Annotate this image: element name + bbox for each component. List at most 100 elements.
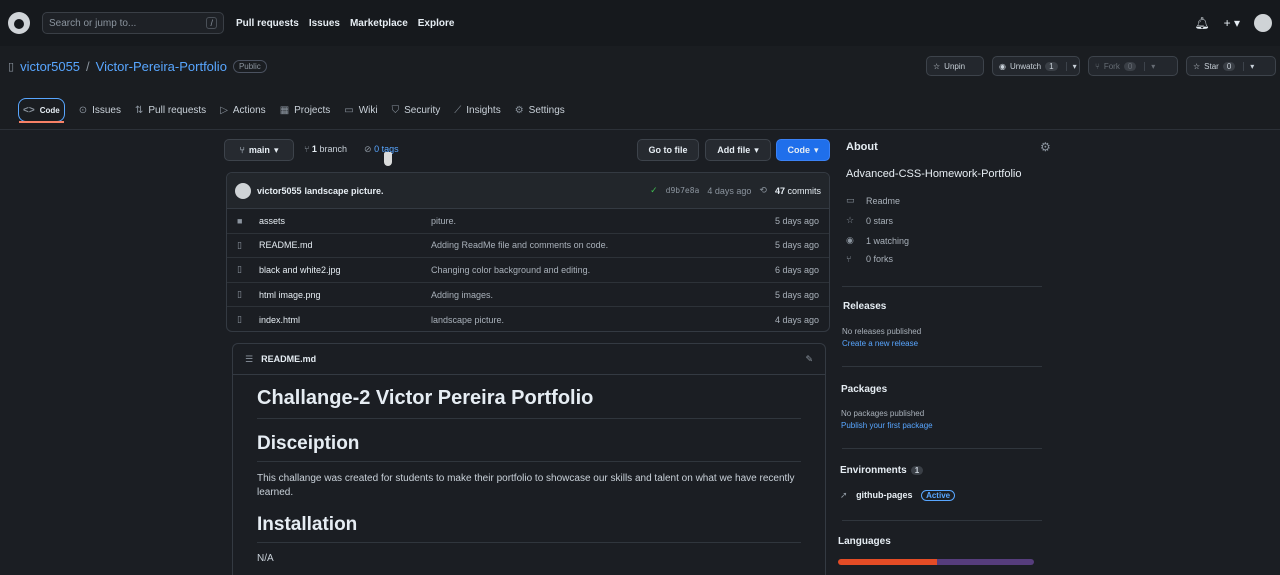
- divider: [842, 520, 1042, 521]
- tab-label: Actions: [232, 104, 266, 116]
- watching-link[interactable]: ◉ 1 watching: [846, 235, 909, 246]
- file-name[interactable]: black and white2.jpg: [259, 265, 431, 275]
- bell-icon[interactable]: 🔔︎: [1194, 16, 1209, 30]
- file-name[interactable]: README.md: [259, 240, 431, 250]
- repo-title: ▯ victor5055 / Victor-Pereira-Portfolio …: [8, 59, 267, 74]
- divider: [842, 448, 1042, 449]
- nav-explore[interactable]: Explore: [418, 18, 455, 29]
- rocket-icon: ➚: [840, 490, 848, 500]
- file-row[interactable]: ▯ README.md Adding ReadMe file and comme…: [227, 234, 829, 259]
- file-icon: ▯: [237, 239, 242, 250]
- avatar[interactable]: [1254, 14, 1272, 32]
- gear-icon: ⚙: [514, 104, 524, 116]
- book-icon: ▭: [846, 195, 855, 205]
- eye-icon: ◉: [846, 235, 854, 245]
- tab-label: Insights: [466, 104, 501, 116]
- repo-name-link[interactable]: Victor-Pereira-Portfolio: [96, 59, 227, 74]
- commit-message[interactable]: landscape picture.: [305, 186, 384, 196]
- chevron-down-icon[interactable]: ▾: [1065, 61, 1077, 71]
- github-logo-icon[interactable]: [8, 12, 30, 34]
- create-release-link[interactable]: Create a new release: [842, 339, 918, 348]
- readme-header: ☰ README.md ✎: [233, 344, 825, 375]
- fork-label: Fork: [1103, 61, 1120, 71]
- file-commit-message[interactable]: Adding ReadMe file and comments on code.: [431, 240, 775, 250]
- environment-item[interactable]: ➚ github-pages Active: [840, 490, 956, 501]
- unwatch-button[interactable]: ◉ Unwatch 1 ▾: [992, 56, 1080, 76]
- stars-link[interactable]: ☆ 0 stars: [846, 215, 893, 226]
- add-file-button[interactable]: Add file ▾: [705, 139, 771, 161]
- branches-count: 1: [311, 144, 317, 154]
- search-placeholder: Search or jump to...: [49, 17, 137, 29]
- repo-description: Advanced-CSS-Homework-Portfolio: [846, 168, 1022, 180]
- file-icon: ▯: [237, 314, 242, 325]
- star-button[interactable]: ☆ Star 0 ▾: [1186, 56, 1276, 76]
- file-date: 4 days ago: [774, 314, 819, 325]
- pencil-icon[interactable]: ✎: [805, 354, 813, 365]
- gear-icon[interactable]: ⚙: [1040, 140, 1051, 154]
- go-to-file-button[interactable]: Go to file: [637, 139, 699, 161]
- tab-insights[interactable]: ⟋ Insights: [454, 98, 500, 122]
- repo-tabs: <> Code ⊙ Issues ⇅ Pull requests ▷ Actions ▦…: [12, 98, 565, 123]
- nav-marketplace[interactable]: Marketplace: [350, 18, 408, 29]
- file-name[interactable]: assets: [259, 216, 431, 226]
- fork-icon: ⑂: [1095, 61, 1100, 71]
- file-commit-message[interactable]: Adding images.: [431, 290, 775, 300]
- file-name[interactable]: html image.png: [259, 290, 431, 300]
- packages-empty: No packages published: [841, 409, 925, 418]
- file-commit-message[interactable]: landscape picture.: [431, 315, 775, 325]
- tab-issues[interactable]: ⊙ Issues: [79, 98, 121, 122]
- pin-icon: ☆: [933, 61, 941, 71]
- packages-heading[interactable]: Packages: [841, 384, 887, 395]
- tags-link[interactable]: ⊘ 0 tags: [364, 144, 399, 155]
- branch-select-button[interactable]: ⑂ main ▾: [224, 139, 294, 161]
- chevron-down-icon[interactable]: ▾: [1243, 61, 1254, 71]
- forks-link[interactable]: ⑂ 0 forks: [846, 254, 893, 264]
- issue-icon: ⊙: [78, 104, 88, 116]
- file-row[interactable]: ■ assets piture. 5 days ago: [227, 209, 829, 234]
- chevron-down-icon[interactable]: ▾: [1144, 61, 1155, 71]
- file-icon: ▯: [237, 264, 242, 275]
- star-icon: ☆: [1193, 61, 1201, 71]
- star-icon: ☆: [846, 215, 855, 225]
- commits-link[interactable]: 47 commits: [775, 186, 821, 196]
- file-row[interactable]: ▯ index.html landscape picture. 4 days a…: [227, 307, 829, 331]
- commit-sha[interactable]: d9b7e8a: [666, 186, 700, 195]
- tab-projects[interactable]: ▦ Projects: [280, 98, 331, 122]
- code-button[interactable]: Code ▾: [776, 139, 830, 161]
- nav-issues[interactable]: Issues: [309, 18, 340, 29]
- commit-time: 4 days ago: [707, 185, 752, 196]
- commit-count: 47: [774, 185, 785, 196]
- tab-code[interactable]: <> Code: [18, 98, 65, 123]
- forks-label: 0 forks: [866, 254, 894, 264]
- tab-security[interactable]: ⛉ Security: [392, 98, 441, 122]
- tab-label: Security: [404, 104, 441, 116]
- tab-wiki[interactable]: ▭ Wiki: [344, 98, 377, 122]
- global-nav: Pull requests Issues Marketplace Explore: [236, 18, 454, 29]
- branches-link[interactable]: ⑂ 1 branch: [304, 144, 347, 154]
- plus-icon[interactable]: + ▾: [1224, 16, 1240, 30]
- publish-package-link[interactable]: Publish your first package: [841, 421, 933, 430]
- fork-button[interactable]: ⑂ Fork 0 ▾: [1088, 56, 1178, 76]
- tab-actions[interactable]: ▷ Actions: [220, 98, 266, 122]
- search-input[interactable]: Search or jump to... /: [42, 12, 224, 34]
- releases-heading[interactable]: Releases: [843, 301, 886, 312]
- file-row[interactable]: ▯ html image.png Adding images. 5 days a…: [227, 283, 829, 308]
- file-name[interactable]: index.html: [259, 315, 431, 325]
- nav-pull-requests[interactable]: Pull requests: [236, 18, 299, 29]
- file-commit-message[interactable]: Changing color background and editing.: [431, 265, 775, 275]
- file-row[interactable]: ▯ black and white2.jpg Changing color ba…: [227, 258, 829, 283]
- list-icon[interactable]: ☰: [245, 354, 253, 365]
- language-bar-segment: [936, 559, 1034, 565]
- file-commit-message[interactable]: piture.: [431, 216, 775, 226]
- commit-author[interactable]: victor5055: [257, 186, 302, 196]
- readme-installation: N/A: [257, 553, 274, 564]
- tab-settings[interactable]: ⚙ Settings: [515, 98, 565, 122]
- projects-icon: ▦: [279, 104, 290, 116]
- tab-pull-requests[interactable]: ⇅ Pull requests: [135, 98, 206, 122]
- file-date: 5 days ago: [774, 289, 819, 300]
- unpin-button[interactable]: ☆ Unpin: [926, 56, 984, 76]
- repo-owner-link[interactable]: victor5055: [20, 59, 80, 74]
- language-bar-segment: [838, 559, 937, 565]
- environments-heading[interactable]: Environments 1: [840, 465, 924, 476]
- readme-link[interactable]: ▭ Readme: [846, 195, 900, 206]
